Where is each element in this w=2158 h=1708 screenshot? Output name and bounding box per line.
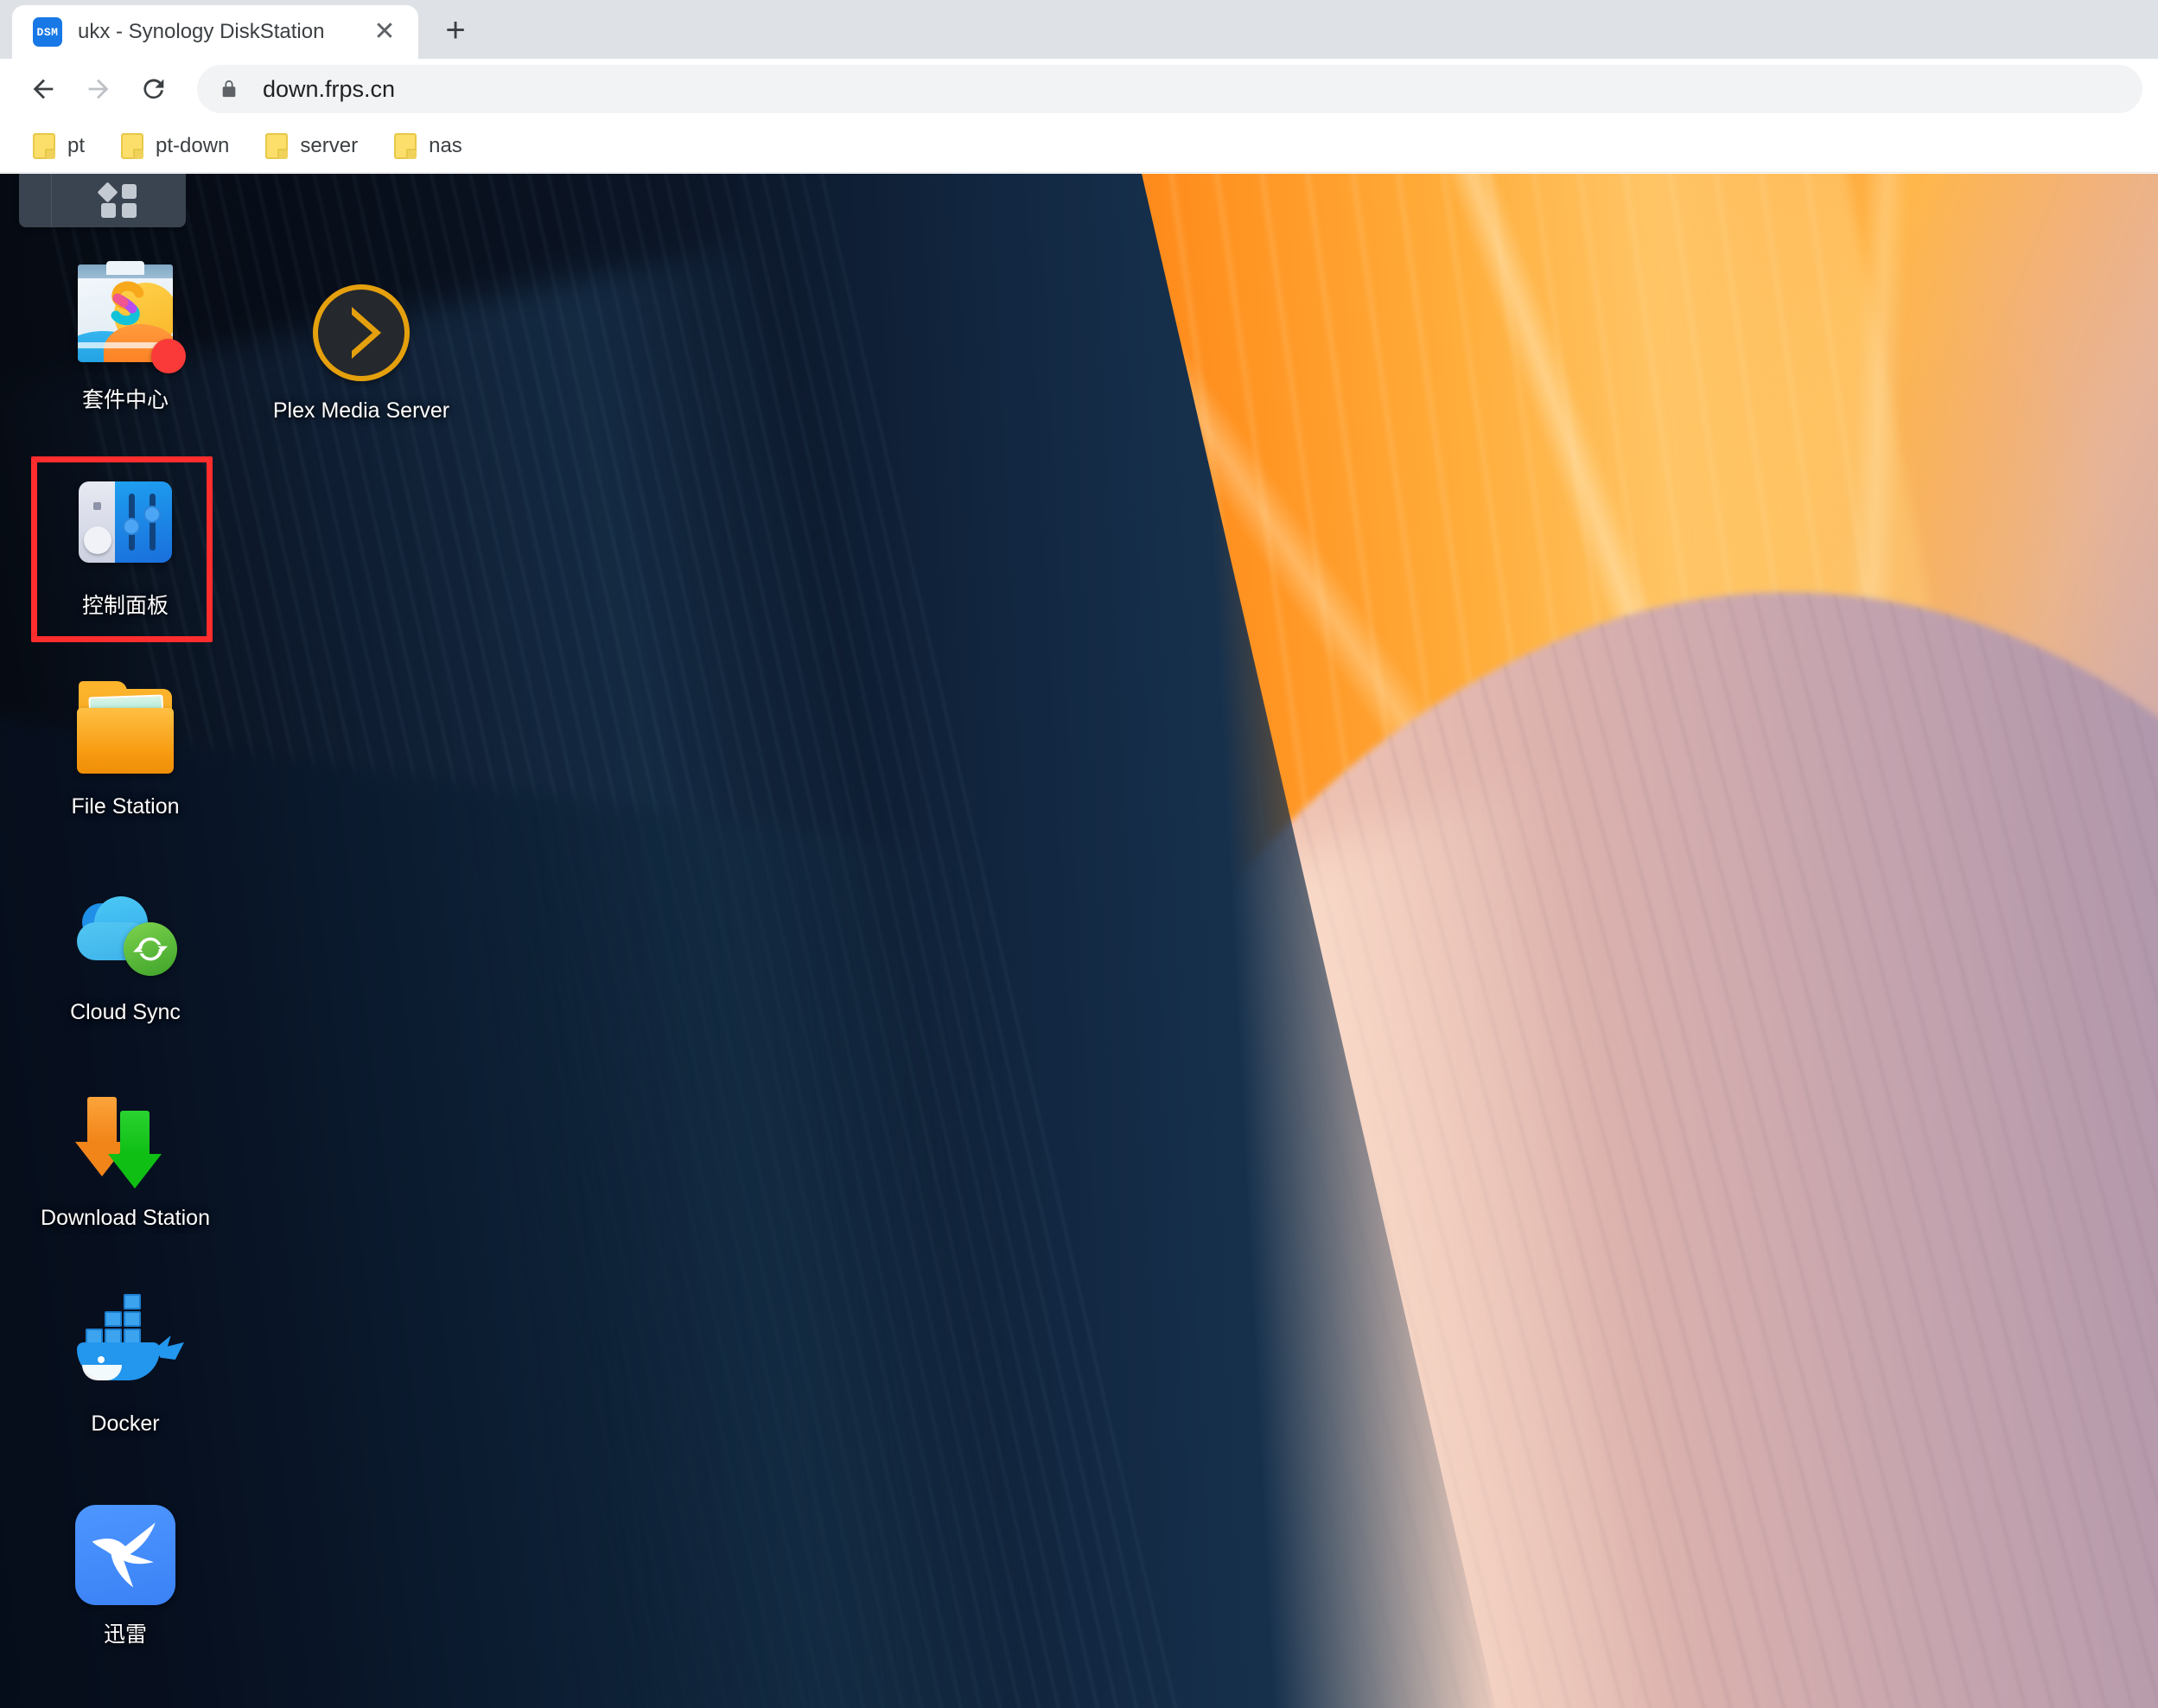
desktop-icon-label: 迅雷 [103,1622,147,1647]
new-tab-button[interactable]: + [430,5,481,55]
dsm-taskbar [19,174,186,227]
file-station-icon [72,675,179,782]
download-station-icon [72,1087,179,1194]
desktop-icon-label: Download Station [41,1206,210,1230]
browser-window: DSM ukx - Synology DiskStation ✕ + down.… [0,0,2158,1708]
desktop-icon-label: 控制面板 [81,594,169,618]
desktop-icon-control-panel[interactable]: 控制面板 [0,454,251,660]
bookmarks-bar: pt pt-down server nas [0,119,2158,173]
forward-arrow-icon[interactable] [71,61,126,117]
tab-title: ukx - Synology DiskStation [78,20,325,43]
desktop-icon-label: Docker [91,1412,160,1436]
desktop-icon-column: 套件中心 控制面板 File Station Cloud Sync Downlo… [0,248,259,1688]
main-menu-grid-icon[interactable] [52,174,186,227]
browser-toolbar: down.frps.cn [0,59,2158,119]
bookmark-label: pt-down [156,133,230,157]
omnibox[interactable]: down.frps.cn [197,65,2142,113]
xunlei-icon [72,1498,179,1605]
bookmark-pt[interactable]: pt [19,126,99,166]
bookmark-label: pt [67,133,86,157]
reload-icon[interactable] [126,61,181,117]
close-icon[interactable]: ✕ [366,14,403,50]
desktop-icon-label: File Station [71,794,180,819]
desktop-icon-docker[interactable]: Docker [0,1277,251,1482]
folder-icon [121,132,144,159]
bookmark-label: nas [429,133,462,157]
desktop-icon-label: 套件中心 [81,388,169,412]
bookmark-server[interactable]: server [251,126,372,166]
url-text: down.frps.cn [263,75,396,102]
browser-tab[interactable]: DSM ukx - Synology DiskStation ✕ [12,5,418,59]
page-viewport: 套件中心 控制面板 File Station Cloud Sync Downlo… [0,174,2158,1708]
desktop-icon-xunlei[interactable]: 迅雷 [0,1482,251,1688]
dsm-favicon: DSM [33,17,62,47]
package-center-icon [72,261,186,373]
bookmark-pt-down[interactable]: pt-down [107,126,243,166]
lock-icon [220,76,242,102]
desktop-icon-label: Plex Media Server [272,398,450,423]
plex-icon [308,279,415,386]
bookmark-label: server [300,133,359,157]
docker-icon [72,1292,184,1399]
desktop-icon-cloud-sync[interactable]: Cloud Sync [0,865,251,1071]
control-panel-icon [72,469,179,577]
folder-icon [394,132,417,159]
update-badge [151,339,186,373]
cloud-sync-icon [72,881,179,988]
main-menu-glyph [96,182,138,219]
tab-strip: DSM ukx - Synology DiskStation ✕ + [0,0,2158,59]
desktop-icon-file-station[interactable]: File Station [0,660,251,865]
back-arrow-icon[interactable] [16,61,71,117]
desktop-icon-package-center[interactable]: 套件中心 [0,248,251,454]
desktop-icon-label: Cloud Sync [70,1000,181,1024]
desktop-icon-download-station[interactable]: Download Station [0,1071,251,1277]
bookmark-nas[interactable]: nas [380,126,476,166]
desktop-icon-plex[interactable]: Plex Media Server [232,264,491,469]
folder-icon [265,132,289,159]
folder-icon [33,132,55,159]
taskbar-spacer [19,174,52,227]
